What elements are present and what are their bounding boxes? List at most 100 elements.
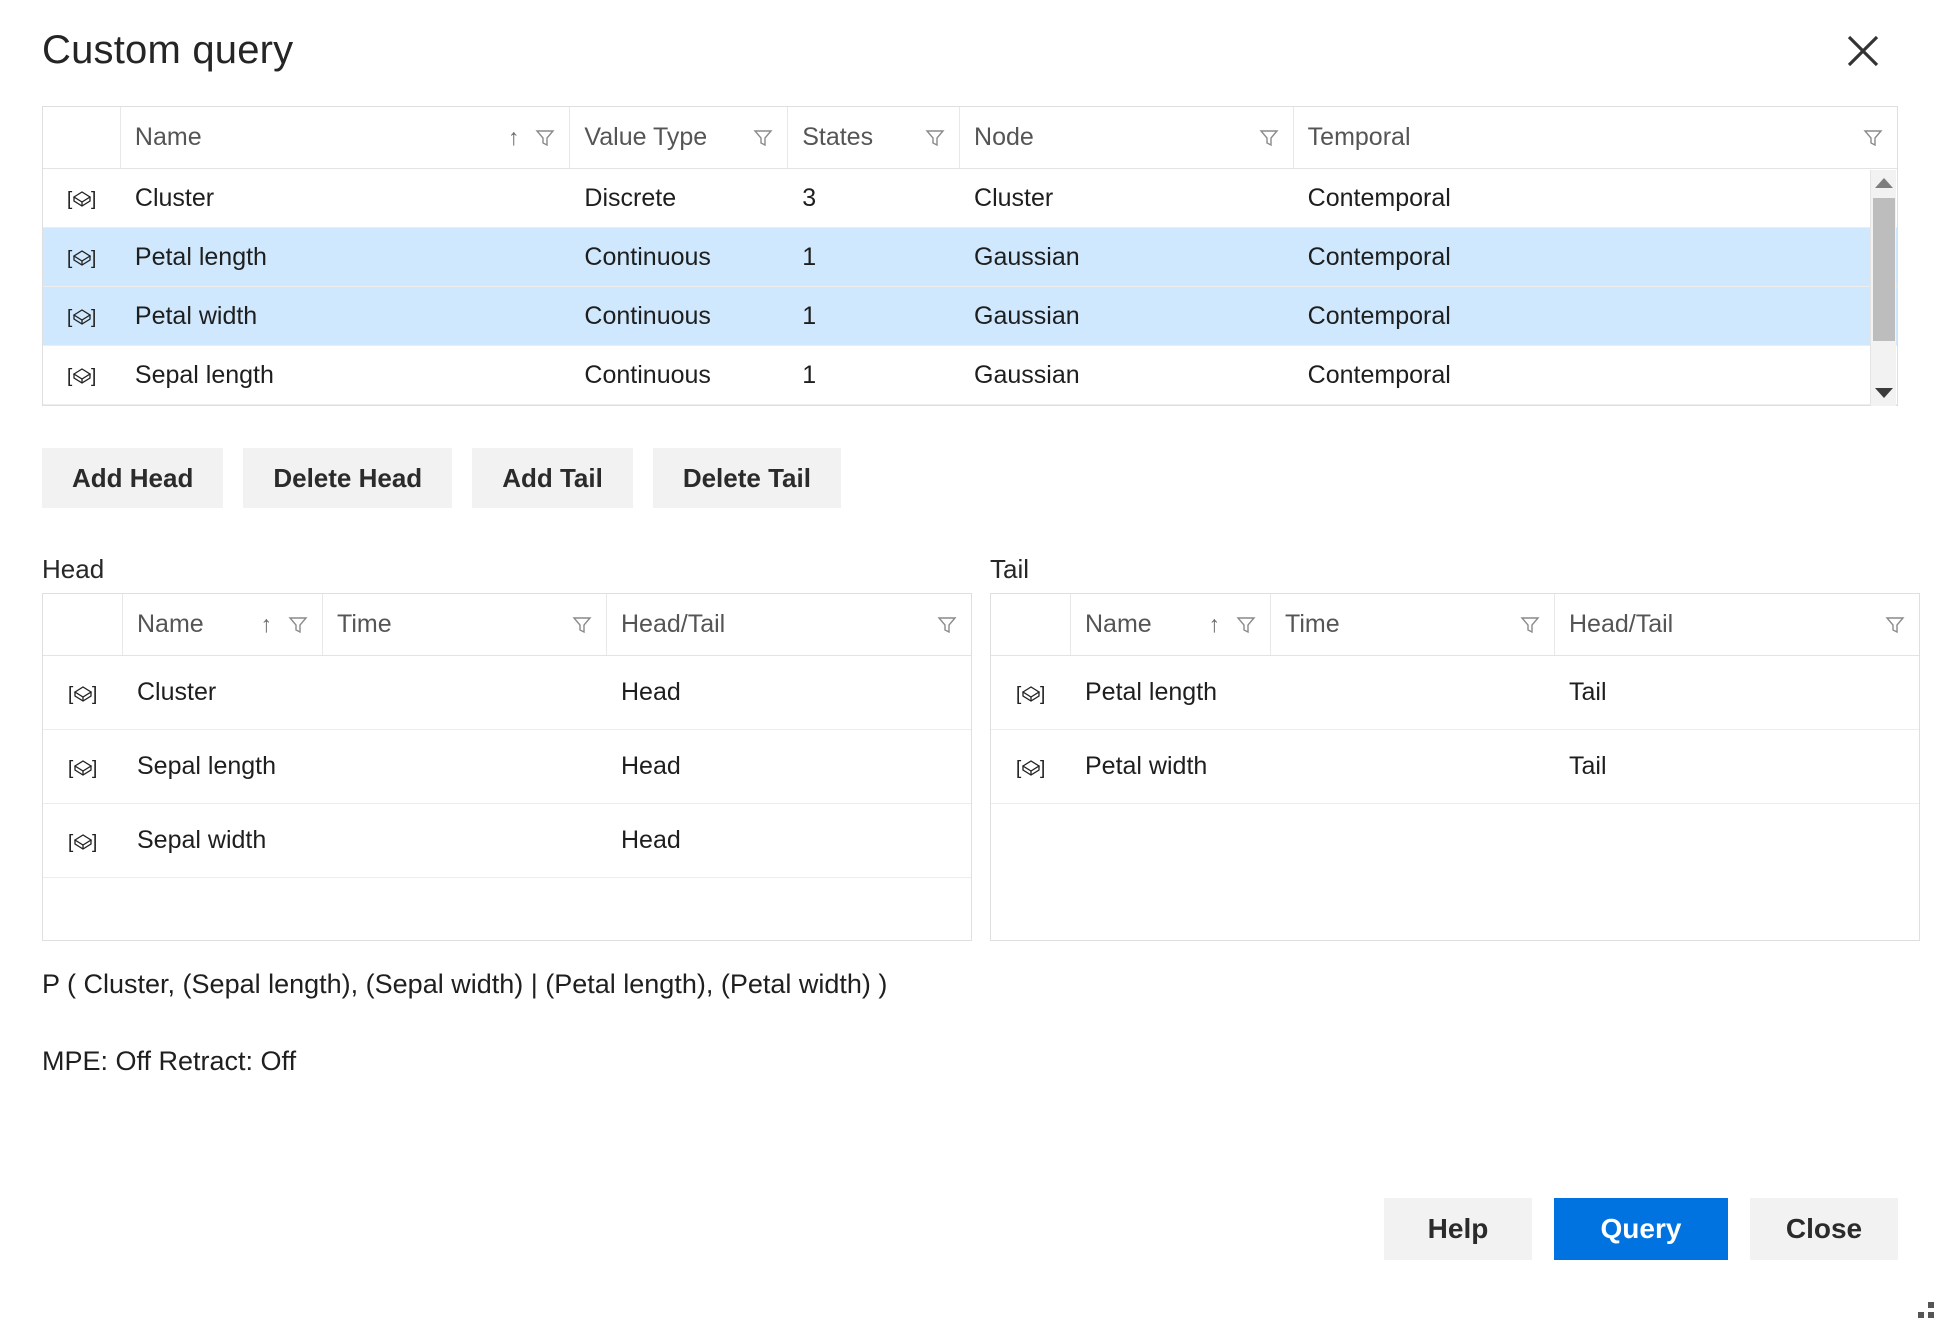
table-row[interactable]: [ ] Petal length Continuous 1 Gaussian C… (43, 228, 1897, 287)
column-header-time[interactable]: Time (1271, 594, 1555, 655)
custom-query-dialog: Custom query Name ↑ Value Type States No… (0, 0, 1940, 1322)
svg-text:]: ] (91, 248, 96, 269)
column-header-time-label: Time (1285, 610, 1340, 638)
add-head-button[interactable]: Add Head (42, 448, 224, 508)
cell-head-tail: Head (621, 826, 681, 854)
column-header-name[interactable]: Name ↑ (123, 594, 323, 655)
delete-tail-button[interactable]: Delete Tail (652, 448, 841, 508)
table-row[interactable]: [ ] Cluster Discrete 3 Cluster Contempor… (43, 169, 1897, 228)
variables-table-container: Name ↑ Value Type States Node Temporal [… (42, 106, 1898, 406)
delete-head-button[interactable]: Delete Head (243, 448, 453, 508)
filter-icon[interactable] (535, 128, 555, 148)
column-header-name-label: Name (1085, 610, 1152, 638)
table-row[interactable]: [ ] Cluster Head (43, 656, 971, 730)
filter-icon[interactable] (925, 128, 945, 148)
cell-states: 1 (802, 360, 817, 389)
filter-icon[interactable] (1520, 615, 1540, 635)
svg-text:[: [ (1016, 758, 1022, 779)
svg-text:]: ] (92, 758, 97, 779)
variables-table: Name ↑ Value Type States Node Temporal [… (42, 106, 1898, 406)
add-tail-button[interactable]: Add Tail (472, 448, 633, 508)
cell-time (323, 804, 607, 877)
svg-text:[: [ (67, 307, 73, 328)
column-header-head-tail[interactable]: Head/Tail (1555, 594, 1919, 655)
node-box-icon: [ ] (991, 656, 1071, 729)
tail-table-header: Name ↑ Time Head/Tail (991, 594, 1919, 656)
query-button[interactable]: Query (1554, 1198, 1728, 1260)
column-header-name-label: Name (137, 610, 204, 638)
node-box-icon: [ ] (43, 656, 123, 729)
cell-name: Petal length (134, 242, 267, 271)
filter-icon[interactable] (1236, 615, 1256, 635)
svg-text:[: [ (68, 684, 74, 705)
cell-temporal: Contemporal (1307, 301, 1451, 330)
cell-node: Gaussian (974, 301, 1080, 330)
close-button[interactable]: Close (1750, 1198, 1898, 1260)
table-row-empty (43, 878, 971, 940)
cell-node: Gaussian (974, 360, 1080, 389)
cell-name: Sepal length (137, 752, 277, 780)
column-header-temporal[interactable]: Temporal (1294, 107, 1897, 168)
sort-ascending-icon[interactable]: ↑ (1209, 613, 1221, 636)
column-header-node-label: Node (974, 123, 1034, 151)
filter-icon[interactable] (1885, 615, 1905, 635)
variables-table-header: Name ↑ Value Type States Node Temporal (43, 107, 1897, 169)
node-box-icon: [ ] (43, 228, 121, 286)
column-header-temporal-label: Temporal (1307, 123, 1411, 151)
head-label: Head (42, 554, 105, 584)
table-row[interactable]: [ ] Petal length Tail (991, 656, 1919, 730)
table-row[interactable]: [ ] Petal width Tail (991, 730, 1919, 804)
scroll-up-button[interactable] (1871, 170, 1897, 196)
resize-grip[interactable] (1912, 1296, 1934, 1318)
scrollbar-thumb[interactable] (1873, 198, 1895, 341)
svg-text:]: ] (91, 307, 96, 328)
column-header-name-label: Name (134, 123, 202, 151)
svg-text:[: [ (67, 248, 73, 269)
column-header-icon (43, 594, 123, 655)
svg-text:[: [ (68, 758, 74, 779)
head-table-header: Name ↑ Time Head/Tail (43, 594, 971, 656)
variables-table-body: [ ] Cluster Discrete 3 Cluster Contempor… (43, 169, 1897, 405)
column-header-icon (991, 594, 1071, 655)
column-header-value-type[interactable]: Value Type (570, 107, 789, 168)
cell-temporal: Contemporal (1307, 183, 1451, 212)
sort-ascending-icon[interactable]: ↑ (261, 613, 273, 636)
dialog-footer: Help Query Close (1384, 1198, 1898, 1260)
column-header-node[interactable]: Node (960, 107, 1294, 168)
filter-icon[interactable] (572, 615, 592, 635)
cell-head-tail: Tail (1569, 678, 1607, 706)
head-tail-labels: Head Tail (42, 554, 1898, 585)
cell-value-type: Continuous (584, 360, 711, 389)
close-icon[interactable] (1836, 24, 1890, 78)
head-tail-panels: Name ↑ Time Head/Tail [] Cluster Head [… (42, 593, 1920, 941)
table-row[interactable]: [ ] Sepal width Head (43, 804, 971, 878)
column-header-time[interactable]: Time (323, 594, 607, 655)
scroll-down-button[interactable] (1871, 380, 1897, 406)
cell-time (323, 730, 607, 803)
cell-node: Gaussian (974, 242, 1080, 271)
dialog-titlebar: Custom query (42, 0, 1898, 100)
table-row[interactable]: [ ] Sepal length Head (43, 730, 971, 804)
cell-name: Petal length (1085, 678, 1218, 706)
vertical-scrollbar[interactable] (1870, 170, 1896, 406)
column-header-name[interactable]: Name ↑ (121, 107, 571, 168)
column-header-states[interactable]: States (788, 107, 961, 168)
tail-table: Name ↑ Time Head/Tail [] Petal length T… (990, 593, 1920, 941)
column-header-head-tail[interactable]: Head/Tail (607, 594, 971, 655)
filter-icon[interactable] (937, 615, 957, 635)
column-header-name[interactable]: Name ↑ (1071, 594, 1271, 655)
sort-ascending-icon[interactable]: ↑ (508, 126, 520, 149)
cell-temporal: Contemporal (1307, 360, 1451, 389)
filter-icon[interactable] (753, 128, 773, 148)
table-row-empty (991, 804, 1919, 940)
table-row[interactable]: [ ] Petal width Continuous 1 Gaussian Co… (43, 287, 1897, 346)
head-table-body: [ ] Cluster Head [] Sepal length Head [… (43, 656, 971, 940)
column-header-icon (43, 107, 121, 168)
column-header-value-type-label: Value Type (584, 123, 708, 151)
table-row[interactable]: [ ] Sepal length Continuous 1 Gaussian C… (43, 346, 1897, 405)
filter-icon[interactable] (288, 615, 308, 635)
help-button[interactable]: Help (1384, 1198, 1532, 1260)
panel-divider (972, 593, 990, 941)
filter-icon[interactable] (1863, 128, 1883, 148)
filter-icon[interactable] (1259, 128, 1279, 148)
